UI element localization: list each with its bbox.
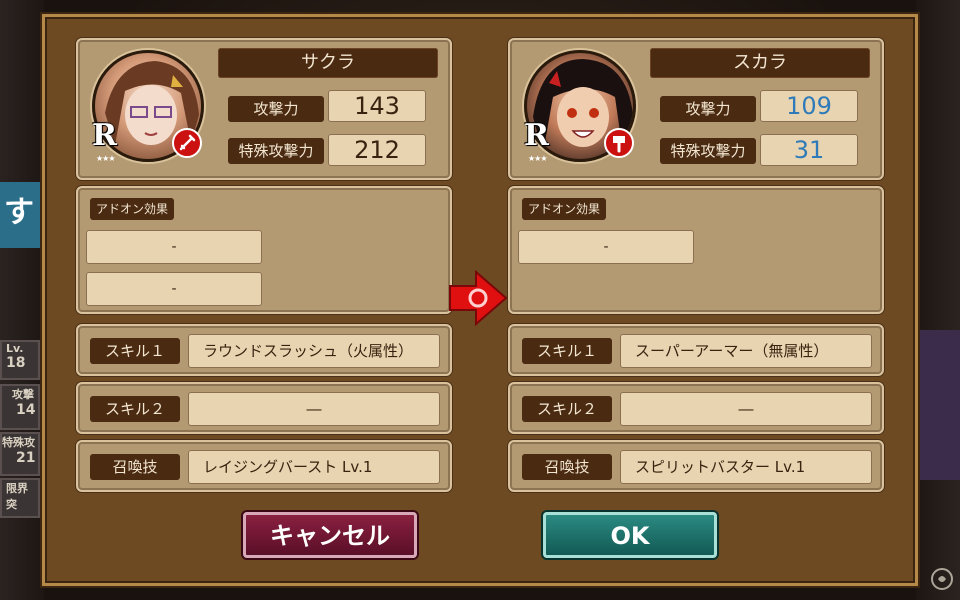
- left-attack-value: 143: [328, 90, 426, 122]
- background-purple-panel: [916, 330, 960, 480]
- background-special-value: 21: [16, 450, 36, 466]
- background-attack-label: 攻撃: [12, 388, 34, 401]
- hammer-icon: [604, 128, 634, 158]
- right-character-name: スカラ: [650, 48, 870, 78]
- left-summon-value: レイジングバースト Lv.1: [188, 450, 440, 484]
- left-skill1-value: ラウンドスラッシュ（火属性）: [188, 334, 440, 368]
- left-skill2-value: ―: [188, 392, 440, 426]
- background-special-label: 特殊攻: [2, 436, 35, 449]
- background-attack-box: 攻撃 14: [0, 384, 40, 430]
- left-skill2-label: スキル２: [90, 396, 180, 422]
- left-character-name: サクラ: [218, 48, 438, 78]
- left-addon-slot-1: -: [86, 230, 262, 264]
- right-rarity-badge: R: [524, 118, 549, 153]
- left-summon-label: 召喚技: [90, 454, 180, 480]
- right-summon-value: スピリットバスター Lv.1: [620, 450, 872, 484]
- background-attack-value: 14: [16, 402, 36, 418]
- ok-button[interactable]: OK: [543, 512, 717, 558]
- background-right-edge: [916, 0, 960, 600]
- right-special-attack-value: 31: [760, 134, 858, 166]
- background-special-box: 特殊攻 21: [0, 432, 40, 476]
- right-skill1-value: スーパーアーマー（無属性）: [620, 334, 872, 368]
- right-addon-label: アドオン効果: [522, 198, 607, 220]
- right-summon-label: 召喚技: [522, 454, 612, 480]
- right-rarity-stars: ★★★: [528, 154, 547, 163]
- right-skill2-label: スキル２: [522, 396, 612, 422]
- right-special-attack-label: 特殊攻撃力: [660, 138, 756, 164]
- left-special-attack-label: 特殊攻撃力: [228, 138, 324, 164]
- background-limit-box: 限界突: [0, 478, 40, 518]
- background-level-box: Lv. 18: [0, 340, 40, 380]
- right-skill2-value: ―: [620, 392, 872, 426]
- left-attack-label: 攻撃力: [228, 96, 324, 122]
- gamer-logo-icon: [930, 567, 954, 596]
- background-level-value: 18: [6, 355, 26, 371]
- right-attack-label: 攻撃力: [660, 96, 756, 122]
- right-addon-slot-1: -: [518, 230, 694, 264]
- cancel-button[interactable]: キャンセル: [243, 512, 417, 558]
- left-skill1-label: スキル１: [90, 338, 180, 364]
- right-skill1-label: スキル１: [522, 338, 612, 364]
- background-level-label: Lv.: [6, 342, 24, 355]
- background-limit-label: 限界突: [6, 482, 28, 511]
- left-addon-slot-2: -: [86, 272, 262, 306]
- left-rarity-stars: ★★★: [96, 154, 115, 163]
- right-arrow-icon: [446, 266, 510, 330]
- left-rarity-badge: R: [92, 118, 117, 153]
- left-special-attack-value: 212: [328, 134, 426, 166]
- background-blue-tab: す: [0, 182, 44, 248]
- left-addon-label: アドオン効果: [90, 198, 175, 220]
- sword-icon: [172, 128, 202, 158]
- right-attack-value: 109: [760, 90, 858, 122]
